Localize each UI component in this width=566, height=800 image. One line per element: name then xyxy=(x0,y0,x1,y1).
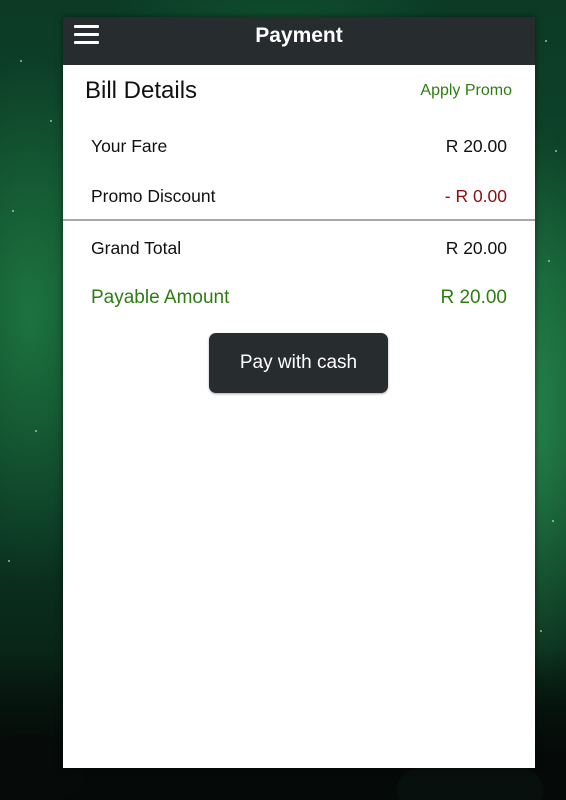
promo-discount-row: Promo Discount - R 0.00 xyxy=(91,186,507,212)
payable-amount-label: Payable Amount xyxy=(91,287,230,308)
page-title: Payment xyxy=(255,24,343,47)
promo-discount-value: - R 0.00 xyxy=(444,186,507,206)
payable-amount-row: Payable Amount R 20.00 xyxy=(91,287,507,313)
bill-details-heading: Bill Details xyxy=(85,77,198,104)
payment-screen: Payment Bill Details Apply Promo Your Fa… xyxy=(63,17,535,768)
fare-row: Your Fare R 20.00 xyxy=(91,136,507,162)
promo-discount-label: Promo Discount xyxy=(91,186,216,206)
pay-with-cash-button[interactable]: Pay with cash xyxy=(209,333,388,393)
fare-value: R 20.00 xyxy=(445,136,507,156)
top-bar: Payment xyxy=(63,17,535,65)
payable-amount-value: R 20.00 xyxy=(440,287,507,308)
divider xyxy=(63,219,535,221)
grand-total-label: Grand Total xyxy=(91,238,182,258)
grand-total-row: Grand Total R 20.00 xyxy=(91,238,507,264)
grand-total-value: R 20.00 xyxy=(445,238,507,258)
apply-promo-link[interactable]: Apply Promo xyxy=(420,82,512,100)
fare-label: Your Fare xyxy=(91,136,168,156)
